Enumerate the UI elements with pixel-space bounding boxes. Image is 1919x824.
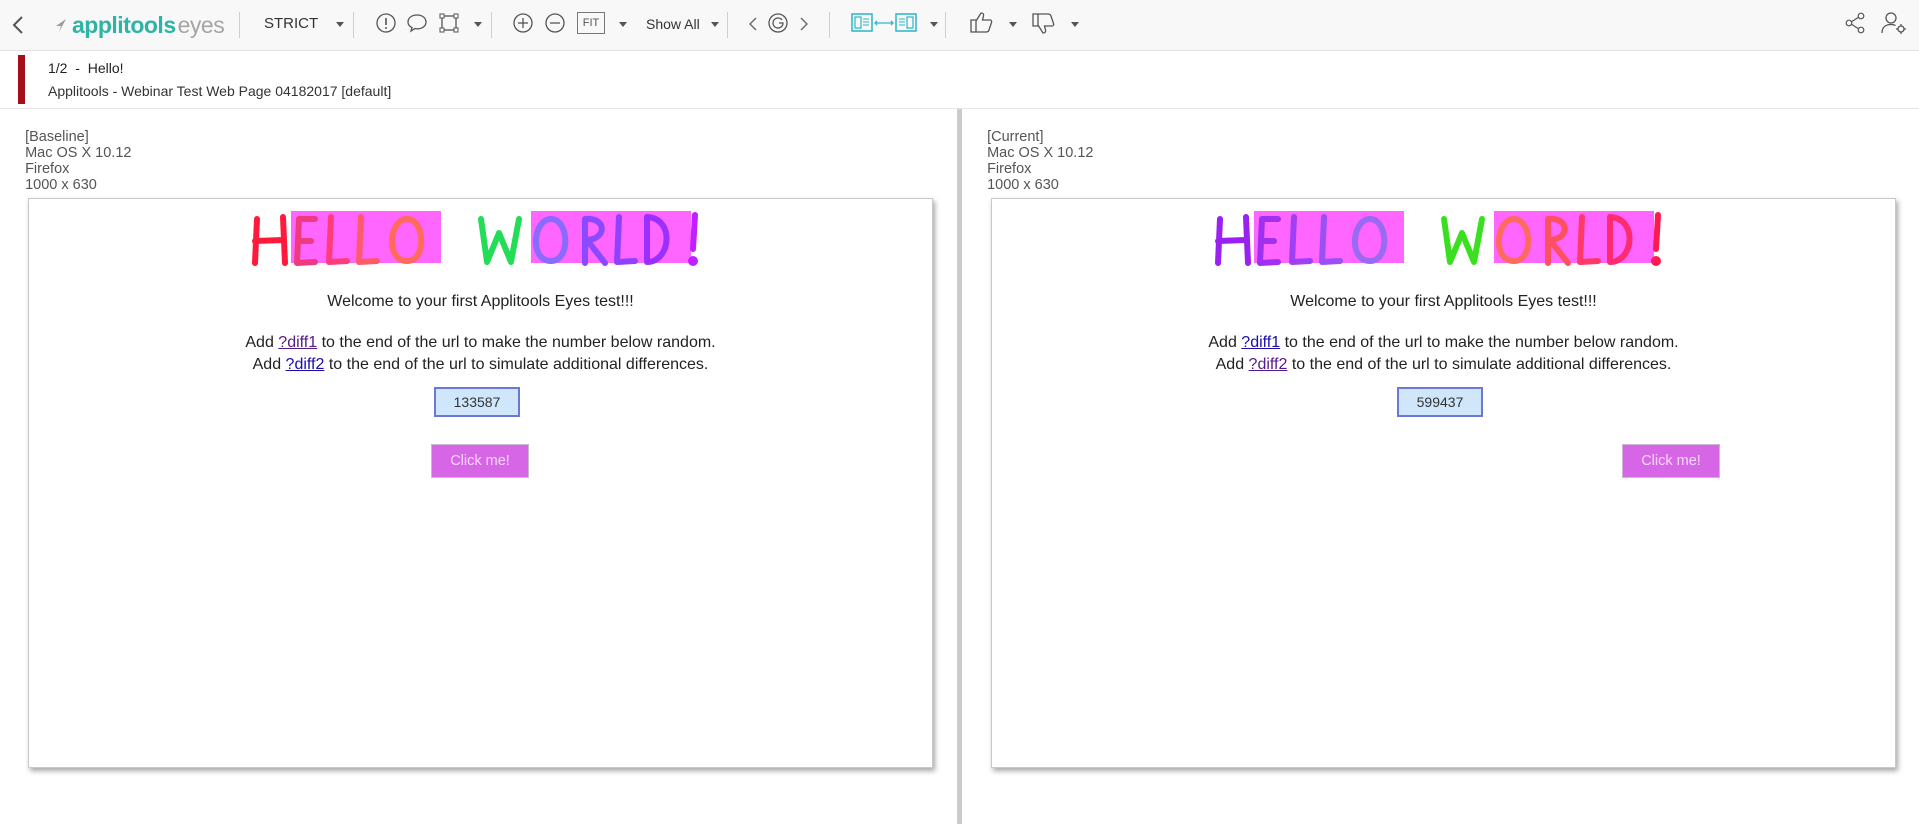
toolbar-separator xyxy=(353,12,354,38)
random-number-box: 133587 xyxy=(434,387,520,417)
current-tag: [Current] xyxy=(987,129,1044,145)
click-me-button[interactable]: Click me! xyxy=(431,444,529,478)
diff1-link[interactable]: ?diff1 xyxy=(1241,334,1280,351)
instruction-prefix: Add xyxy=(1215,356,1249,373)
baseline-viewport: 1000 x 630 xyxy=(25,177,97,193)
current-browser: Firefox xyxy=(987,161,1032,177)
instruction-line-diff1: Add ?diff1 to the end of the url to make… xyxy=(29,334,932,352)
instruction-prefix: Add xyxy=(252,356,286,373)
step-separator: - xyxy=(75,60,80,76)
baseline-tag: [Baseline] xyxy=(25,129,89,145)
click-me-button[interactable]: Click me! xyxy=(1622,444,1720,478)
thumbs-up-icon[interactable] xyxy=(967,9,995,35)
instruction-suffix: to the end of the url to simulate additi… xyxy=(1287,356,1672,373)
diff2-link[interactable]: ?diff2 xyxy=(1249,356,1288,373)
region-icon[interactable] xyxy=(437,11,461,35)
logo-text-applitools: applitools xyxy=(72,11,176,38)
toolbar-separator xyxy=(239,12,240,38)
zoom-out-icon[interactable] xyxy=(543,11,567,35)
instruction-line-diff2: Add ?diff2 to the end of the url to simu… xyxy=(992,356,1895,374)
side-by-side-view-icon[interactable] xyxy=(851,12,917,34)
step-counter: 1/2 xyxy=(48,60,68,76)
toolbar-separator xyxy=(727,12,728,38)
step-status-marker xyxy=(18,55,25,104)
applitools-logo-icon xyxy=(56,19,66,32)
fit-caret-icon[interactable] xyxy=(619,22,627,27)
test-name: Applitools - Webinar Test Web Page 04182… xyxy=(48,83,392,99)
user-settings-icon[interactable] xyxy=(1880,10,1908,36)
current-os: Mac OS X 10.12 xyxy=(987,145,1094,161)
hello-world-heading-image xyxy=(1215,211,1661,266)
step-name: Hello! xyxy=(87,60,124,76)
toolbar-separator xyxy=(491,12,492,38)
match-level-caret-icon[interactable] xyxy=(336,22,344,27)
instruction-line-diff2: Add ?diff2 to the end of the url to simu… xyxy=(29,356,932,374)
random-number-box: 599437 xyxy=(1397,387,1483,417)
show-filter-caret-icon[interactable] xyxy=(711,22,719,27)
thumbs-up-caret-icon[interactable] xyxy=(1009,22,1017,27)
region-caret-icon[interactable] xyxy=(474,22,482,27)
show-filter-dropdown[interactable]: Show All xyxy=(646,16,700,32)
instruction-suffix: to the end of the url to make the number… xyxy=(317,334,716,351)
top-toolbar: applitools eyes STRICT FIT Show All xyxy=(0,0,1919,51)
diff2-link[interactable]: ?diff2 xyxy=(286,356,325,373)
share-icon[interactable] xyxy=(1843,11,1867,35)
fit-button-label: FIT xyxy=(582,17,600,29)
current-viewport: 1000 x 630 xyxy=(987,177,1059,193)
applitools-logo[interactable]: applitools eyes xyxy=(54,10,225,40)
baseline-screenshot[interactable]: Welcome to your first Applitools Eyes te… xyxy=(28,198,933,768)
instruction-suffix: to the end of the url to simulate additi… xyxy=(324,356,709,373)
thumbs-down-caret-icon[interactable] xyxy=(1071,22,1079,27)
back-icon[interactable] xyxy=(8,13,28,37)
fit-button[interactable]: FIT xyxy=(577,12,605,34)
view-mode-caret-icon[interactable] xyxy=(930,22,938,27)
welcome-text: Welcome to your first Applitools Eyes te… xyxy=(327,293,634,310)
match-level-dropdown[interactable]: STRICT xyxy=(264,15,318,32)
instruction-prefix: Add xyxy=(1208,334,1242,351)
test-header xyxy=(0,51,1919,109)
issue-icon[interactable] xyxy=(374,11,398,35)
current-info-bar: [Current] Mac OS X 10.12 Firefox 1000 x … xyxy=(979,113,1106,193)
previous-step-icon[interactable] xyxy=(744,13,762,35)
toolbar-separator xyxy=(829,12,830,38)
instruction-line-diff1: Add ?diff1 to the end of the url to make… xyxy=(992,334,1895,352)
hello-world-heading-image xyxy=(252,211,698,266)
current-screenshot[interactable]: Welcome to your first Applitools Eyes te… xyxy=(991,198,1896,768)
thumbs-down-icon[interactable] xyxy=(1029,11,1057,37)
next-step-icon[interactable] xyxy=(795,13,813,35)
pane-divider[interactable] xyxy=(957,109,962,824)
step-title: 1/2 - Hello! xyxy=(48,60,124,76)
diff1-link[interactable]: ?diff1 xyxy=(278,334,317,351)
instruction-suffix: to the end of the url to make the number… xyxy=(1280,334,1679,351)
baseline-browser: Firefox xyxy=(25,161,70,177)
zoom-in-icon[interactable] xyxy=(511,11,535,35)
logo-text-eyes: eyes xyxy=(177,11,225,38)
welcome-text: Welcome to your first Applitools Eyes te… xyxy=(1290,293,1597,310)
instruction-prefix: Add xyxy=(245,334,279,351)
toolbar-separator xyxy=(945,12,946,38)
step-navigation-icon[interactable] xyxy=(766,11,790,35)
baseline-os: Mac OS X 10.12 xyxy=(25,145,132,161)
remark-icon[interactable] xyxy=(405,11,429,35)
